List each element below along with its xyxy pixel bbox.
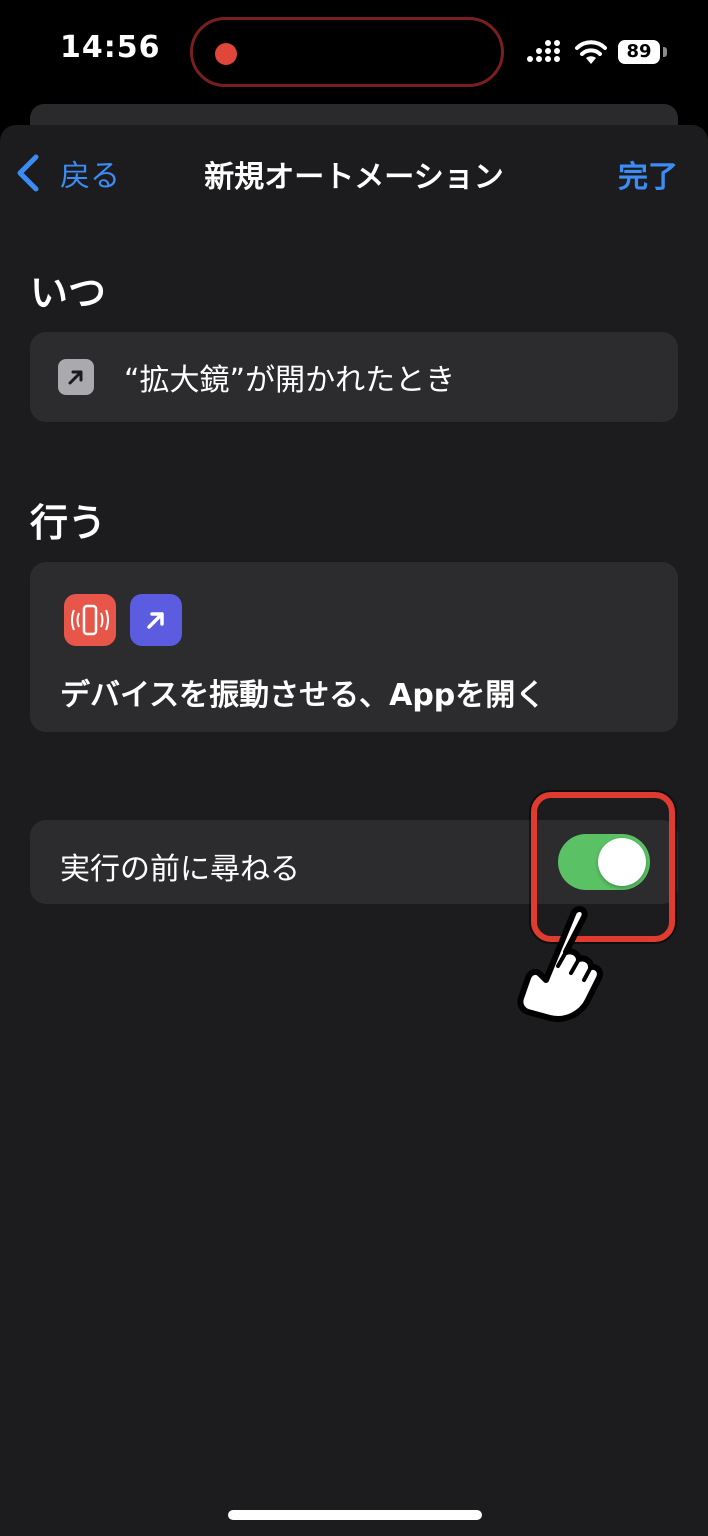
battery-cap	[663, 47, 667, 57]
recording-indicator-icon	[215, 43, 237, 65]
wifi-icon	[575, 40, 607, 64]
action-summary: デバイスを振動させる、Appを開く	[60, 678, 546, 713]
action-card[interactable]: デバイスを振動させる、Appを開く	[30, 562, 678, 732]
chevron-left-icon	[17, 154, 39, 192]
trigger-label: “拡大鏡”が開かれたとき	[124, 363, 456, 398]
open-app-icon	[130, 594, 182, 646]
status-bar: 14:56 89	[0, 0, 708, 100]
battery-icon: 89	[618, 40, 660, 64]
ask-before-running-label: 実行の前に尋ねる	[60, 852, 300, 887]
trigger-card[interactable]: “拡大鏡”が開かれたとき	[30, 332, 678, 422]
status-time: 14:56	[60, 30, 161, 65]
vibrate-device-icon	[64, 594, 116, 646]
dynamic-island	[190, 17, 504, 87]
back-button-label: 戻る	[60, 159, 120, 194]
do-heading: 行う	[30, 501, 107, 545]
when-heading: いつ	[30, 271, 107, 315]
home-indicator[interactable]	[228, 1510, 482, 1520]
signal-icon	[527, 40, 560, 62]
pointing-hand-icon	[517, 906, 603, 1022]
back-button[interactable]: 戻る	[14, 150, 120, 196]
done-button[interactable]: 完了	[618, 152, 678, 196]
open-app-icon	[58, 359, 94, 395]
